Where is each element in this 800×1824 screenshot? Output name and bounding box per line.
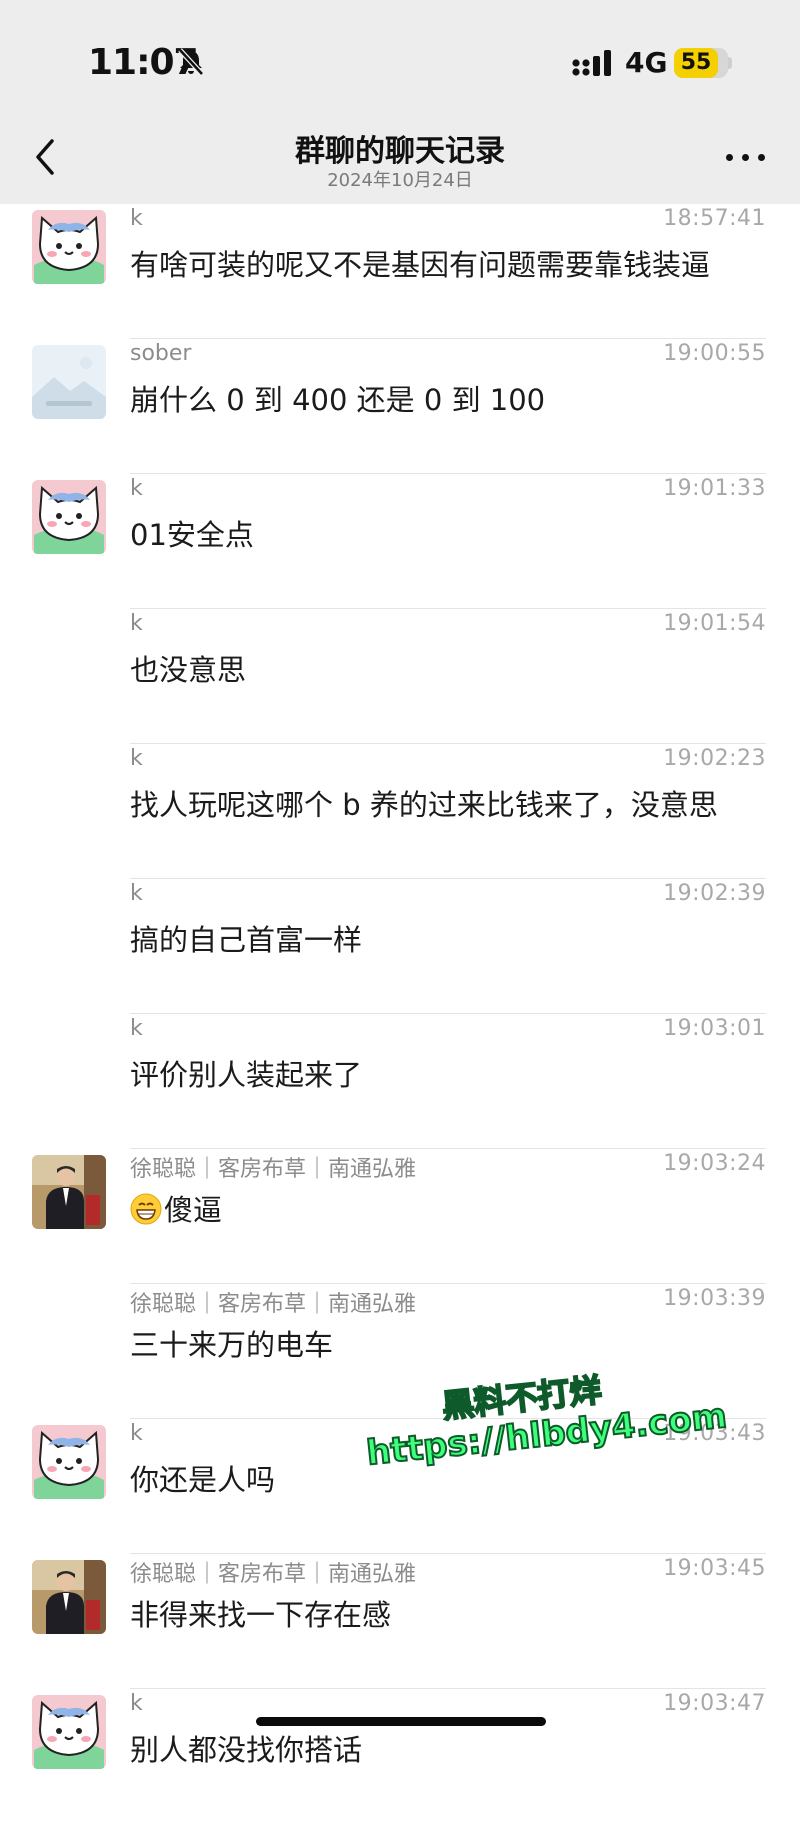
chat-message[interactable]: 徐聪聪｜客房布草｜南通弘雅 19:03:45 非得来找一下存在感 bbox=[0, 1554, 800, 1689]
chat-message[interactable]: k 19:01:54 也没意思 bbox=[0, 609, 800, 744]
sender-name: k bbox=[130, 611, 143, 636]
more-options-icon[interactable] bbox=[726, 150, 766, 164]
cat-avatar-icon bbox=[32, 210, 106, 284]
avatar[interactable] bbox=[32, 345, 106, 419]
page-subtitle-date: 2024年10月24日 bbox=[327, 170, 473, 191]
message-time: 19:03:45 bbox=[663, 1556, 766, 1581]
person-avatar-icon bbox=[32, 1155, 106, 1229]
sender-name: 徐聪聪｜客房布草｜南通弘雅 bbox=[130, 1562, 417, 1587]
status-bar: 11:07 4G 55 bbox=[0, 0, 800, 120]
avatar[interactable] bbox=[32, 210, 106, 284]
chat-message[interactable]: k 18:57:41 有啥可装的呢又不是基因有问题需要靠钱装逼 bbox=[0, 204, 800, 339]
page-title: 群聊的聊天记录 bbox=[295, 134, 505, 169]
message-text: 傻逼 bbox=[164, 1193, 223, 1227]
battery-icon: 55 bbox=[674, 48, 728, 78]
message-time: 19:02:39 bbox=[663, 881, 766, 906]
message-text[interactable]: 你还是人吗 bbox=[130, 1457, 275, 1499]
sender-name: k bbox=[130, 1016, 143, 1041]
cat-avatar-icon bbox=[32, 1695, 106, 1769]
battery-level: 55 bbox=[680, 50, 712, 75]
sender-name: k bbox=[130, 881, 143, 906]
chat-message[interactable]: sober 19:00:55 崩什么 0 到 400 还是 0 到 100 bbox=[0, 339, 800, 474]
message-time: 19:03:24 bbox=[663, 1151, 766, 1176]
message-text[interactable]: 01安全点 bbox=[130, 512, 254, 554]
chat-message[interactable]: k 19:02:23 找人玩呢这哪个 b 养的过来比钱来了，没意思 bbox=[0, 744, 800, 879]
sender-name: k bbox=[130, 1691, 143, 1716]
message-content[interactable]: 傻逼 bbox=[130, 1187, 222, 1229]
chat-message[interactable]: 徐聪聪｜客房布草｜南通弘雅 19:03:24 傻逼 bbox=[0, 1149, 800, 1284]
avatar[interactable] bbox=[32, 1560, 106, 1634]
sender-name: 徐聪聪｜客房布草｜南通弘雅 bbox=[130, 1292, 417, 1317]
cat-avatar-icon bbox=[32, 480, 106, 554]
message-time: 19:03:47 bbox=[663, 1691, 766, 1716]
sender-name: k bbox=[130, 476, 143, 501]
avatar[interactable] bbox=[32, 1155, 106, 1229]
message-text[interactable]: 也没意思 bbox=[130, 647, 246, 689]
chat-message[interactable]: k 19:01:33 01安全点 bbox=[0, 474, 800, 609]
chat-message[interactable]: k 19:02:39 搞的自己首富一样 bbox=[0, 879, 800, 1014]
message-text[interactable]: 非得来找一下存在感 bbox=[130, 1592, 391, 1634]
network-type: 4G bbox=[625, 46, 668, 79]
sender-name: sober bbox=[130, 341, 192, 366]
message-time: 19:01:33 bbox=[663, 476, 766, 501]
message-time: 18:57:41 bbox=[663, 206, 766, 231]
home-indicator[interactable] bbox=[256, 1717, 546, 1726]
cellular-signal-icon bbox=[572, 50, 611, 76]
sender-name: k bbox=[130, 206, 143, 231]
chat-message[interactable]: k 19:03:47 别人都没找你搭话 bbox=[0, 1689, 800, 1824]
sender-name: 徐聪聪｜客房布草｜南通弘雅 bbox=[130, 1157, 417, 1182]
avatar[interactable] bbox=[32, 1425, 106, 1499]
grinning-emoji-icon bbox=[130, 1193, 162, 1225]
message-text[interactable]: 三十来万的电车 bbox=[130, 1322, 333, 1364]
cat-avatar-icon bbox=[32, 1425, 106, 1499]
avatar[interactable] bbox=[32, 1695, 106, 1769]
message-text[interactable]: 搞的自己首富一样 bbox=[130, 917, 362, 959]
navigation-bar: 群聊的聊天记录 2024年10月24日 bbox=[0, 120, 800, 204]
message-text[interactable]: 有啥可装的呢又不是基因有问题需要靠钱装逼 bbox=[130, 242, 710, 284]
sender-name: k bbox=[130, 746, 143, 771]
chat-message[interactable]: k 19:03:01 评价别人装起来了 bbox=[0, 1014, 800, 1149]
message-time: 19:03:39 bbox=[663, 1286, 766, 1311]
message-text[interactable]: 找人玩呢这哪个 b 养的过来比钱来了，没意思 bbox=[130, 782, 718, 824]
message-text[interactable]: 别人都没找你搭话 bbox=[130, 1727, 362, 1769]
battery-tip bbox=[728, 57, 732, 69]
message-time: 19:02:23 bbox=[663, 746, 766, 771]
message-text[interactable]: 评价别人装起来了 bbox=[130, 1052, 362, 1094]
message-time: 19:01:54 bbox=[663, 611, 766, 636]
sender-name: k bbox=[130, 1421, 143, 1446]
message-time: 19:00:55 bbox=[663, 341, 766, 366]
message-text[interactable]: 崩什么 0 到 400 还是 0 到 100 bbox=[130, 377, 545, 419]
muted-bell-icon bbox=[178, 48, 204, 76]
message-time: 19:03:01 bbox=[663, 1016, 766, 1041]
avatar[interactable] bbox=[32, 480, 106, 554]
person-avatar-icon bbox=[32, 1560, 106, 1634]
landscape-avatar-icon bbox=[32, 345, 106, 419]
